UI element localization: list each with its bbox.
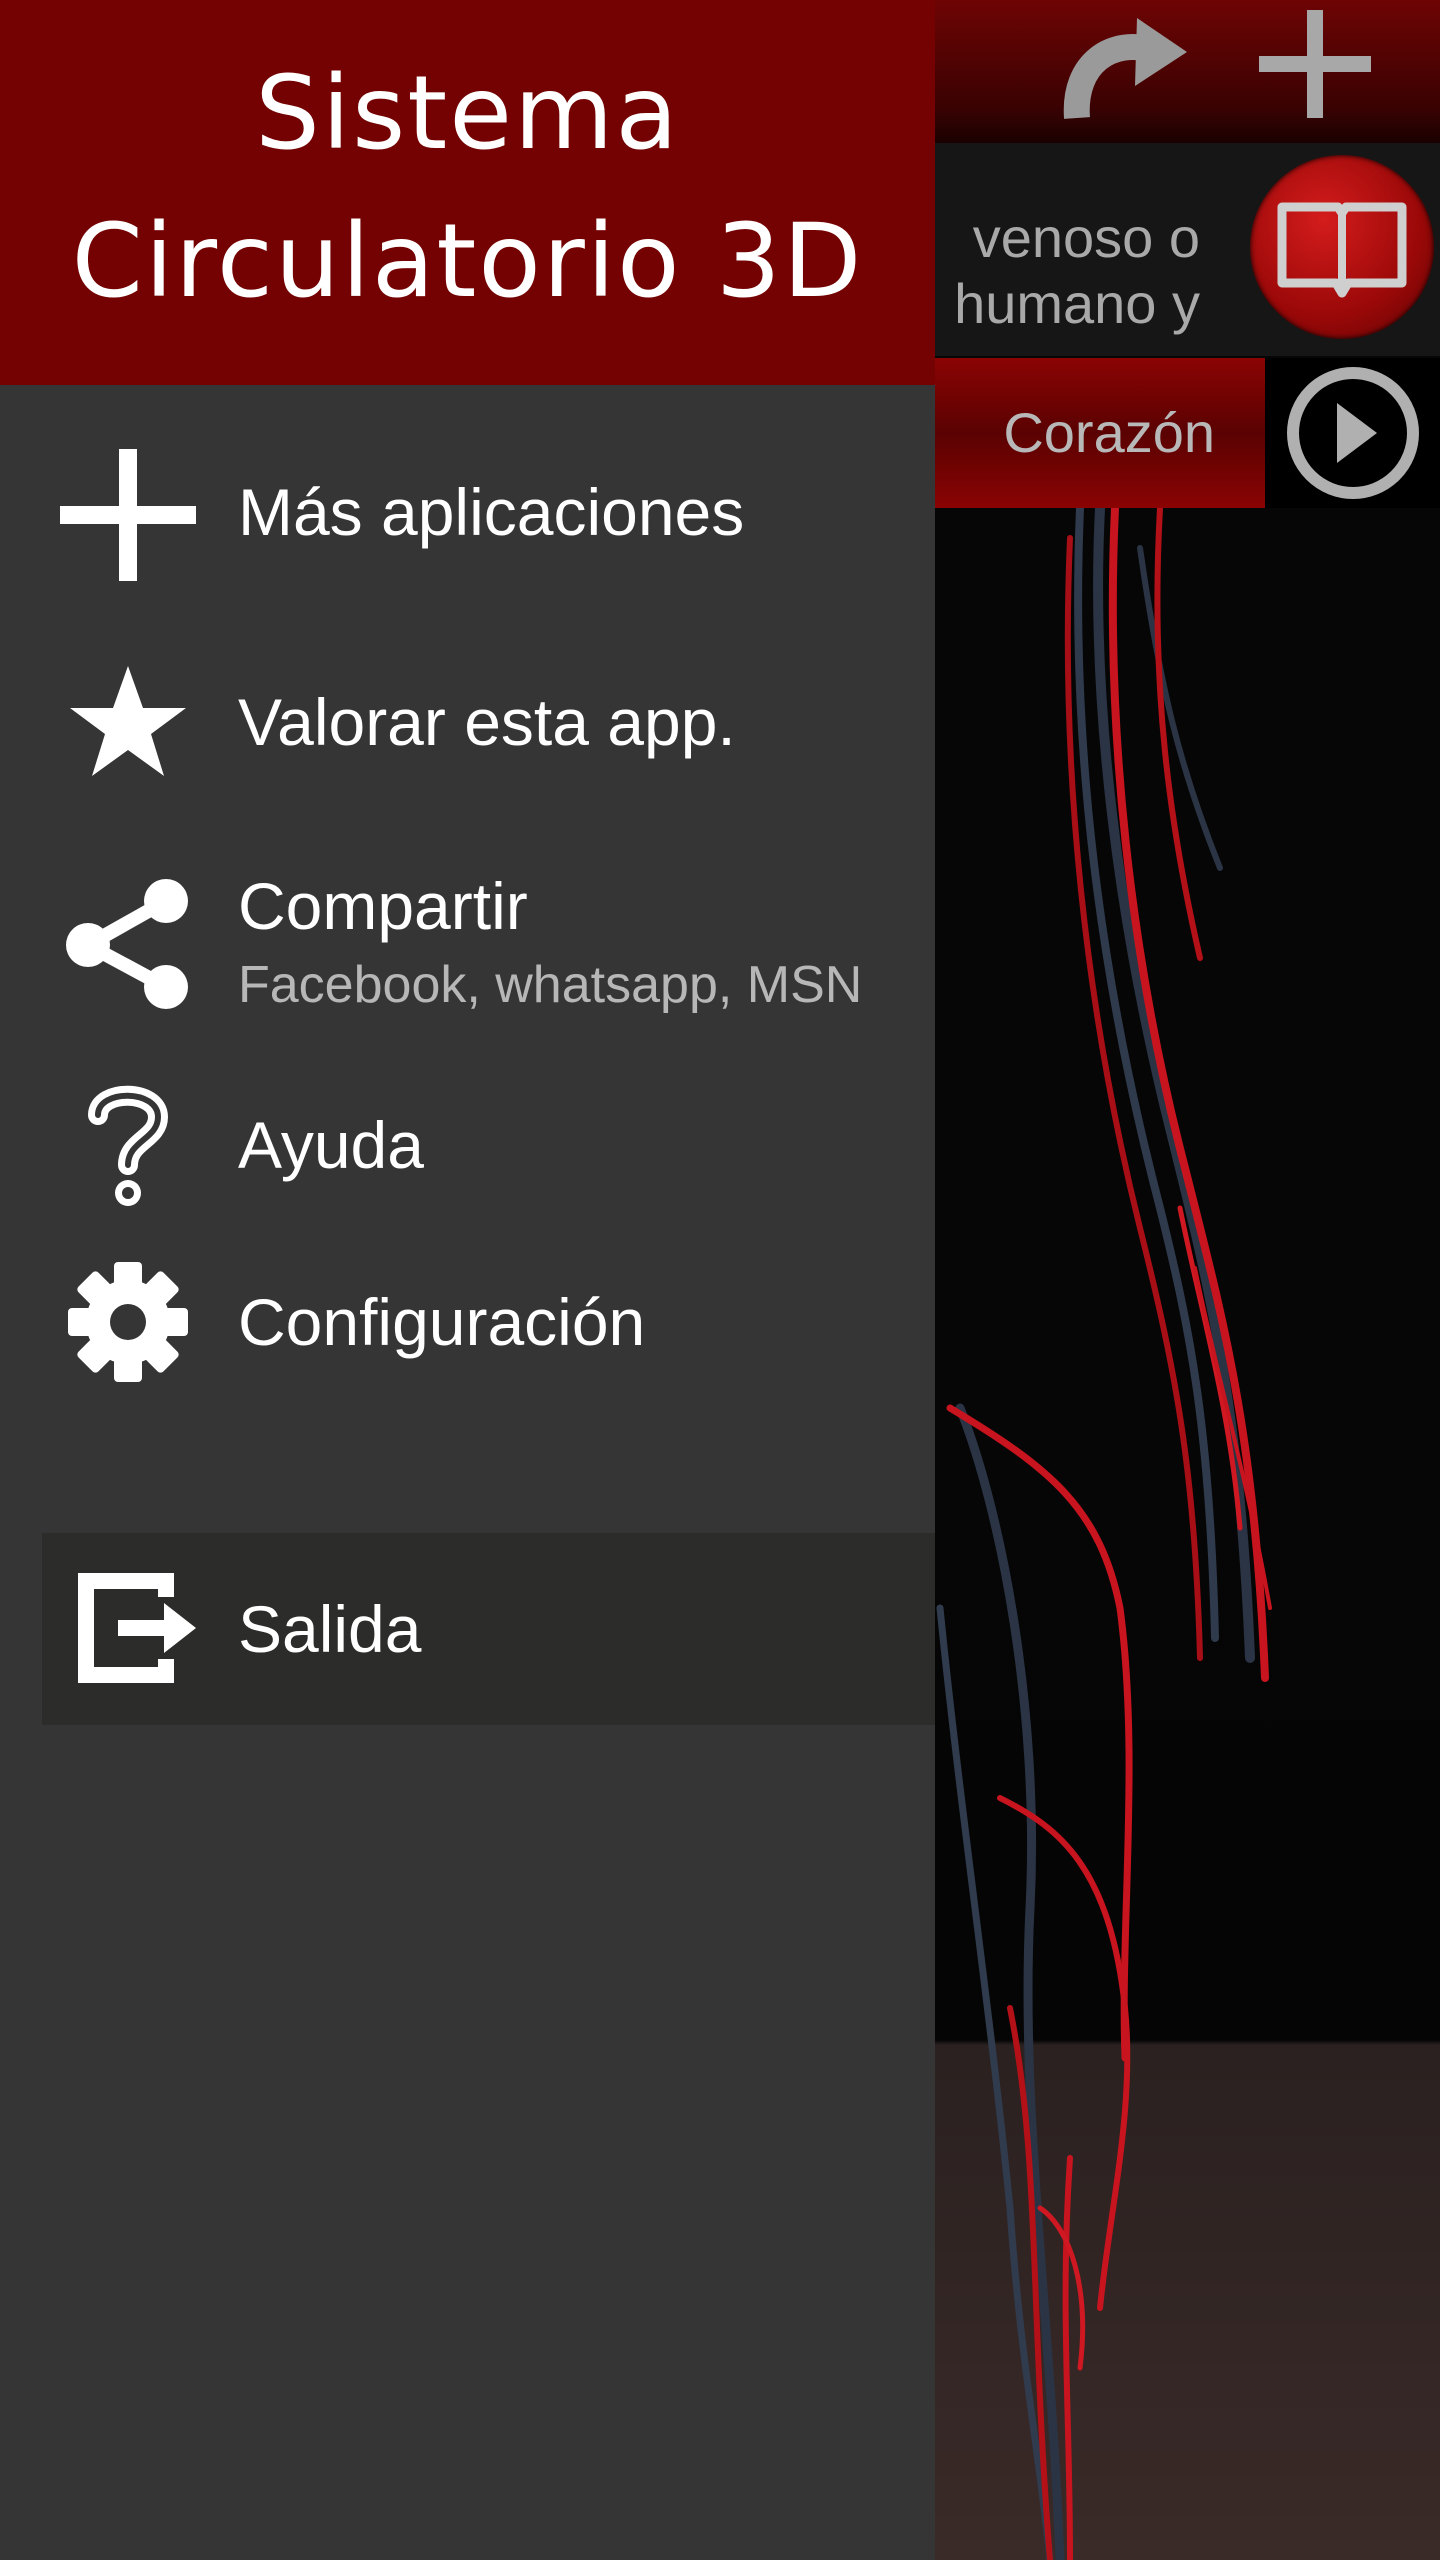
book-button[interactable] — [1250, 155, 1434, 339]
menu-item-exit[interactable]: Salida — [42, 1533, 935, 1725]
menu-item-sublabel: Facebook, whatsapp, MSN — [238, 956, 863, 1014]
gear-icon — [58, 1252, 198, 1392]
menu-item-settings[interactable]: Configuración — [0, 1250, 935, 1395]
drawer-header: Sistema Circulatorio 3D — [0, 0, 935, 385]
menu-item-label: Configuración — [238, 1285, 646, 1359]
navigation-drawer: Sistema Circulatorio 3D Más aplicaciones… — [0, 0, 935, 2560]
menu-item-rate-app[interactable]: Valorar esta app. — [0, 650, 935, 795]
menu-item-help[interactable]: Ayuda — [0, 1075, 935, 1215]
menu-item-label: Ayuda — [238, 1108, 424, 1182]
star-icon — [58, 652, 198, 792]
menu-item-more-apps[interactable]: Más aplicaciones — [0, 440, 935, 585]
exit-label: Salida — [238, 1592, 422, 1666]
plus-icon — [58, 445, 198, 585]
book-icon — [1277, 202, 1407, 298]
part-label: Corazón — [1003, 401, 1215, 464]
menu-item-share[interactable]: Compartir Facebook, whatsapp, MSN — [0, 860, 935, 1035]
menu-item-label: Compartir — [238, 869, 528, 943]
menu-item-label: Más aplicaciones — [238, 475, 745, 549]
share-icon — [58, 873, 198, 1013]
add-icon[interactable] — [1245, 0, 1385, 140]
app-title: Sistema Circulatorio 3D — [71, 54, 864, 321]
redo-icon[interactable] — [1055, 0, 1195, 140]
play-button[interactable] — [1265, 358, 1440, 508]
exit-icon — [68, 1563, 198, 1693]
play-icon — [1287, 367, 1419, 499]
info-text: venoso o humano y — [954, 206, 1200, 335]
menu-item-label: Valorar esta app. — [238, 685, 736, 759]
question-mark-icon — [58, 1075, 198, 1215]
